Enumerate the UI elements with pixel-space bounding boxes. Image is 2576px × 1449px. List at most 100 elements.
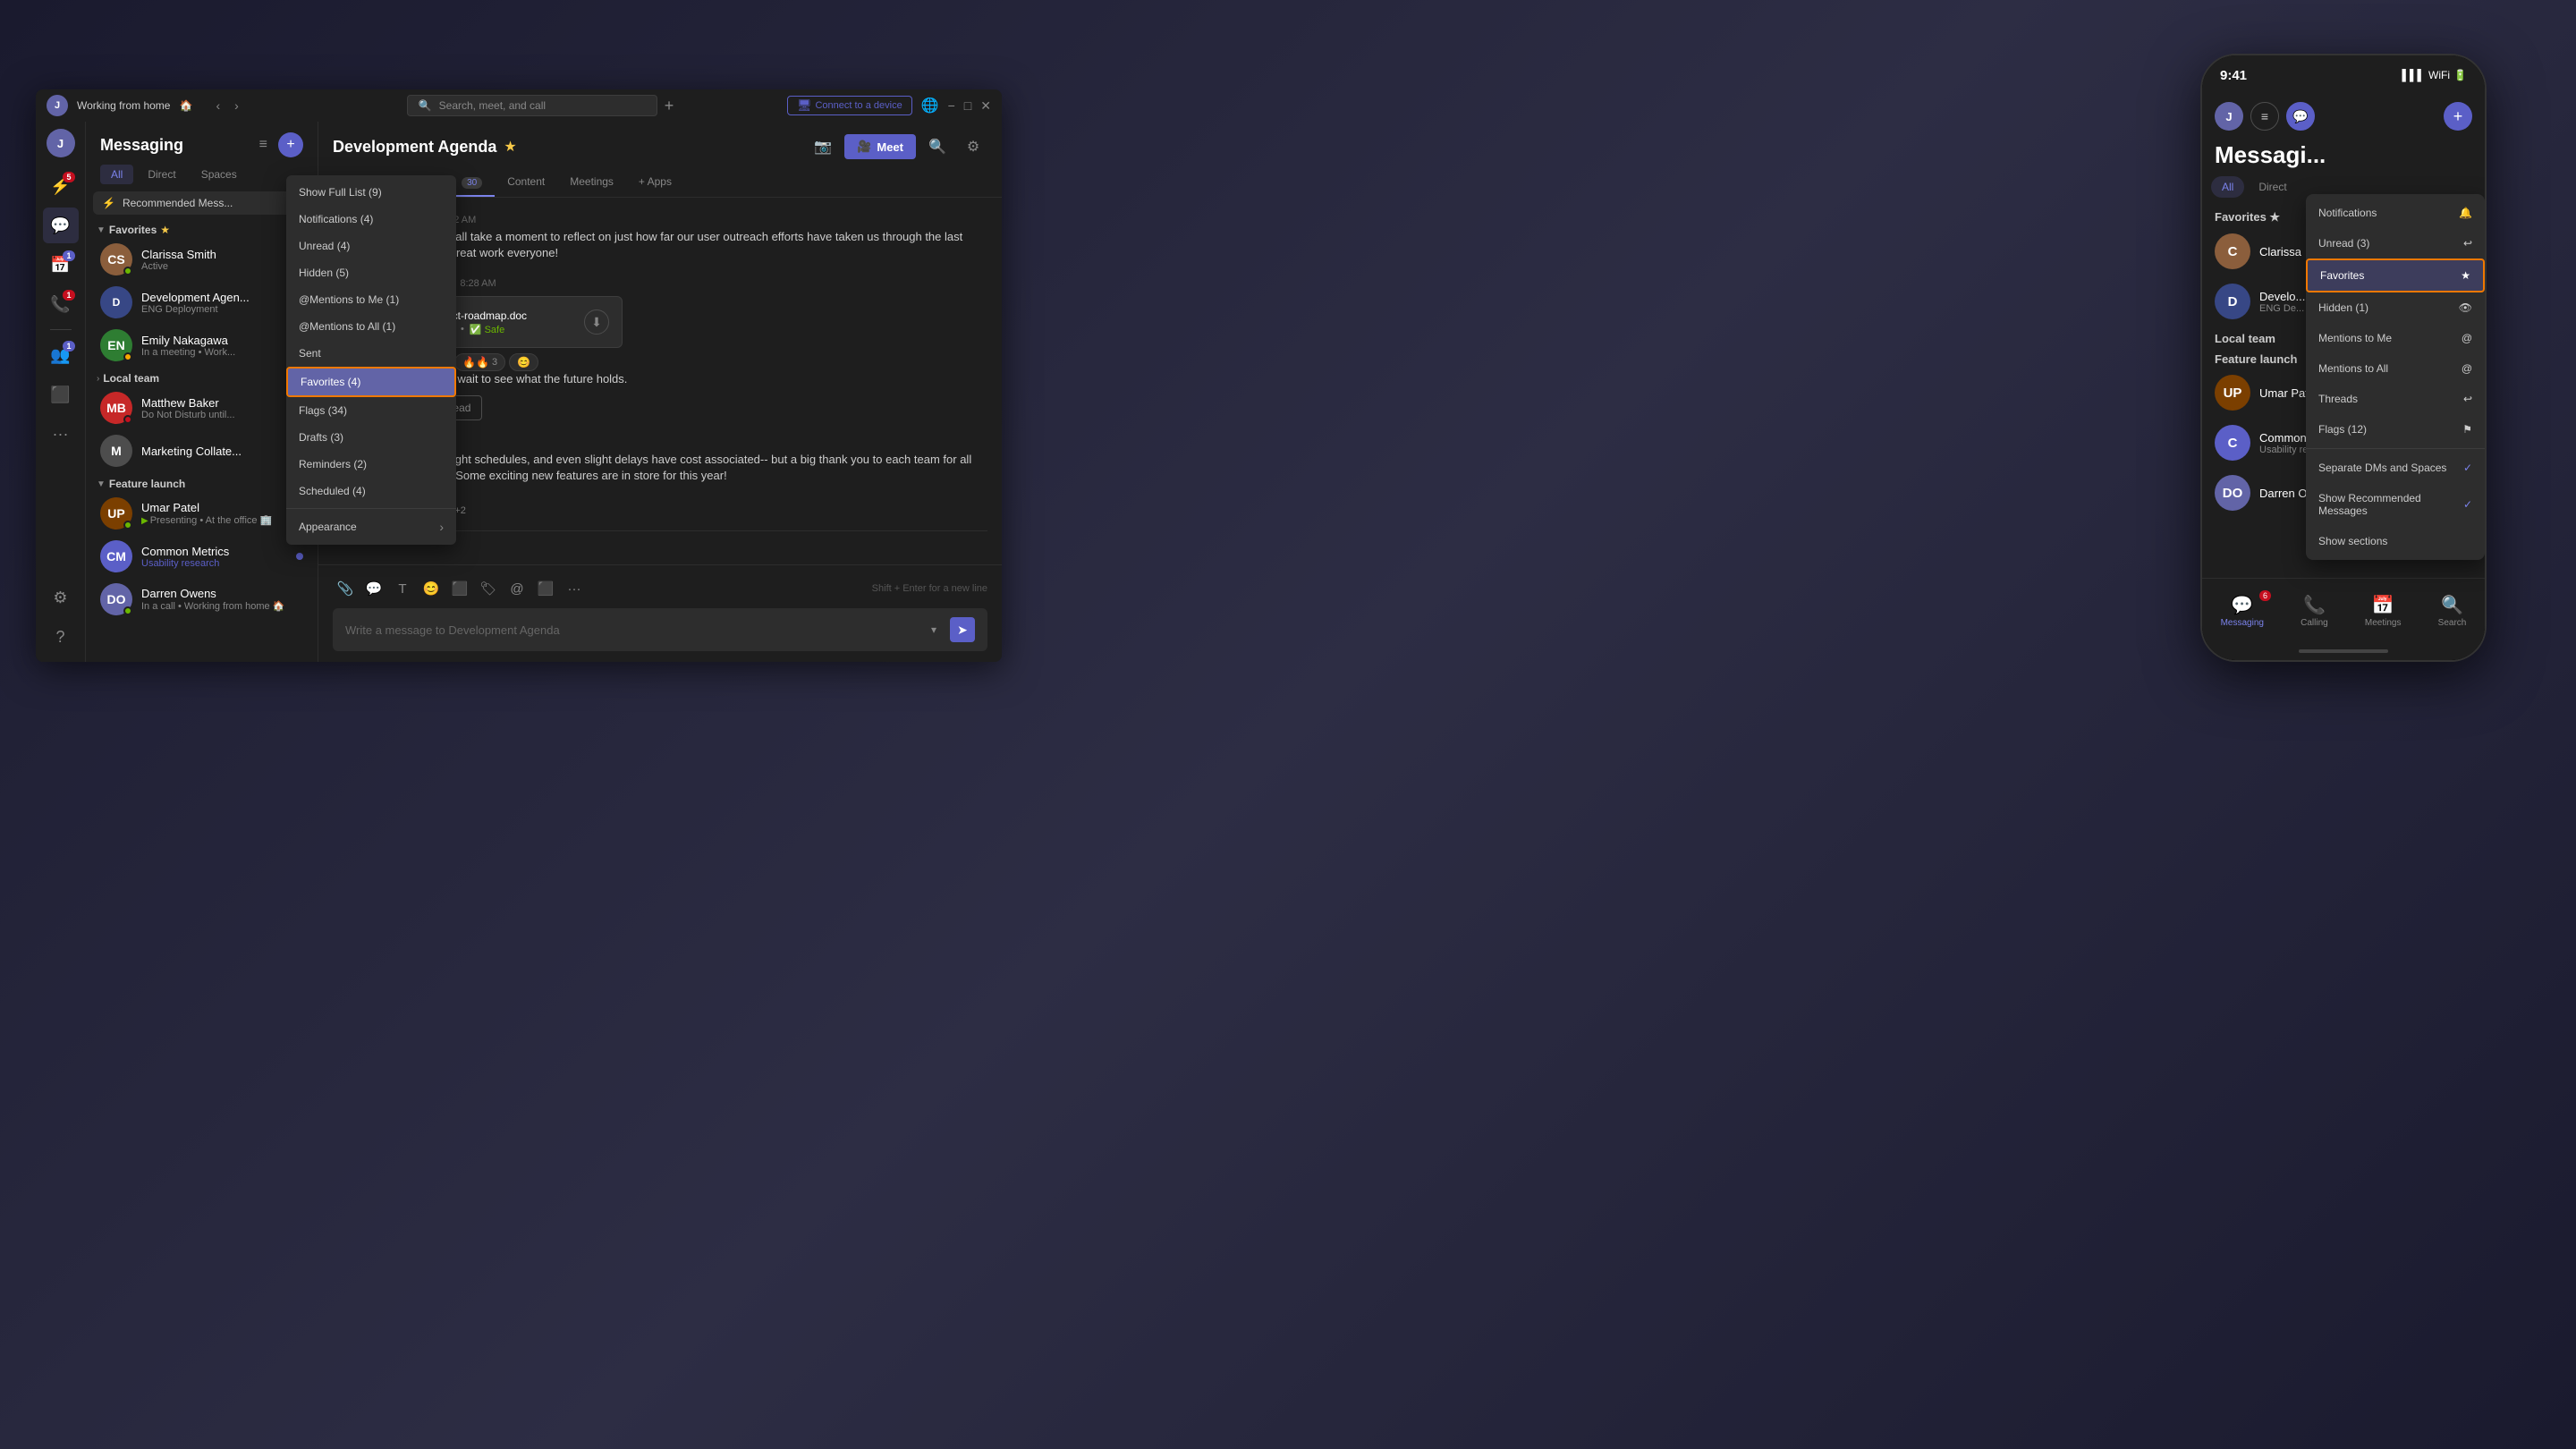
maximize-button[interactable]: □ <box>964 98 971 113</box>
mobile-dd-show-sections[interactable]: Show sections <box>2306 526 2485 556</box>
close-button[interactable]: ✕ <box>980 98 991 114</box>
tab-spaces[interactable]: Spaces <box>191 165 248 184</box>
mobile-dd-flags[interactable]: Flags (12) ⚑ <box>2306 414 2485 445</box>
rail-apps[interactable]: ⬛ <box>43 377 79 412</box>
mobile-home-indicator <box>2202 642 2485 660</box>
mobile-dd-separate-dms[interactable]: Separate DMs and Spaces ✓ <box>2306 453 2485 483</box>
rail-activity[interactable]: ⚡ 5 <box>43 168 79 204</box>
mobile-dd-notifications[interactable]: Notifications 🔔 <box>2306 198 2485 228</box>
mobile-tab-all[interactable]: All <box>2211 176 2244 198</box>
sidebar-title: Messaging <box>100 136 183 155</box>
local-team-section-header[interactable]: › Local team <box>86 367 318 386</box>
attach-icon[interactable]: 📎 <box>333 576 358 601</box>
download-button[interactable]: ⬇ <box>584 309 609 335</box>
favorites-section-header[interactable]: ▼ Favorites ★ <box>86 218 318 238</box>
common-metrics-preview: Usability research <box>141 558 287 569</box>
dropdown-hidden[interactable]: Hidden (5) <box>286 259 456 286</box>
mobile-new-chat-button[interactable]: + <box>2444 102 2472 131</box>
dropdown-mentions-all[interactable]: @Mentions to All (1) <box>286 313 456 340</box>
rail-calendar[interactable]: 📅 1 <box>43 247 79 283</box>
mobile-tab-direct[interactable]: Direct <box>2248 176 2297 198</box>
mobile-dd-threads[interactable]: Threads ↩ <box>2306 384 2485 414</box>
text-format-icon[interactable]: T <box>390 576 415 601</box>
mobile-user-avatar[interactable]: J <box>2215 102 2243 131</box>
dropdown-reminders[interactable]: Reminders (2) <box>286 451 456 478</box>
mobile-chat-icon-button[interactable]: 💬 <box>2286 102 2315 131</box>
search-bar[interactable]: 🔍 Search, meet, and call <box>407 95 657 116</box>
tab-apps[interactable]: + Apps <box>626 168 684 197</box>
dropdown-menu: Show Full List (9) Notifications (4) Unr… <box>286 175 456 545</box>
mobile-dd-hidden[interactable]: Hidden (1) 👁 <box>2306 292 2485 323</box>
rail-people[interactable]: 👥 1 <box>43 337 79 373</box>
reaction-smile[interactable]: 😊 <box>509 353 538 371</box>
mobile-nav-messaging[interactable]: 💬 Messaging 6 <box>2214 590 2271 631</box>
chat-star-button[interactable]: ★ <box>504 138 516 156</box>
dropdown-drafts[interactable]: Drafts (3) <box>286 424 456 451</box>
chat-item-matthew[interactable]: MB Matthew Baker Do Not Disturb until... <box>89 386 314 429</box>
schedule-icon[interactable]: ⬛ <box>533 576 558 601</box>
rail-calls[interactable]: 📞 1 <box>43 286 79 322</box>
mobile-dd-favorites[interactable]: Favorites ★ <box>2306 258 2485 292</box>
mobile-dd-separate-dms-label: Separate DMs and Spaces <box>2318 462 2446 474</box>
send-dropdown-button[interactable]: ▾ <box>921 617 946 642</box>
filter-icon[interactable]: ≡ <box>256 133 271 157</box>
chat-bubble-icon[interactable]: 💬 <box>361 576 386 601</box>
back-arrow[interactable]: ‹ <box>210 97 225 114</box>
connect-device-button[interactable]: 🖥 Connect to a device <box>787 96 912 115</box>
rail-more[interactable]: ··· <box>43 416 79 452</box>
chat-item-darren[interactable]: DO Darren Owens In a call • Working from… <box>89 578 314 621</box>
chat-item-common-metrics[interactable]: CM Common Metrics Usability research <box>89 535 314 578</box>
send-button[interactable]: ➤ <box>950 617 975 642</box>
rail-chat[interactable]: 💬 <box>43 208 79 243</box>
dropdown-notifications[interactable]: Notifications (4) <box>286 206 456 233</box>
mobile-dd-show-recommended[interactable]: Show Recommended Messages ✓ <box>2306 483 2485 526</box>
dropdown-scheduled[interactable]: Scheduled (4) <box>286 478 456 504</box>
mobile-nav-meetings[interactable]: 📅 Meetings <box>2358 590 2409 631</box>
video-button[interactable]: 📷 <box>809 132 837 161</box>
rail-settings[interactable]: ⚙ <box>43 580 79 615</box>
search-messages-button[interactable]: 🔍 <box>923 132 952 161</box>
emoji-icon[interactable]: 😊 <box>419 576 444 601</box>
recommended-messages-bar[interactable]: ⚡ Recommended Mess... <box>93 191 310 215</box>
sticker-icon[interactable]: 🏷 <box>476 576 501 601</box>
chat-item-emily[interactable]: EN Emily Nakagawa In a meeting • Work... <box>89 324 314 367</box>
reaction-fire[interactable]: 🔥🔥3 <box>454 353 505 371</box>
settings-button[interactable]: ⚙ <box>959 132 987 161</box>
mobile-nav-search[interactable]: 🔍 Search <box>2431 590 2474 631</box>
more-options-icon[interactable]: ··· <box>562 576 587 601</box>
chat-item-marketing[interactable]: M Marketing Collate... <box>89 429 314 472</box>
tab-content[interactable]: Content <box>495 168 557 197</box>
chat-item-dev-agenda[interactable]: D Development Agen... ENG Deployment <box>89 281 314 324</box>
user-avatar[interactable]: J <box>47 95 68 116</box>
search-placeholder: Search, meet, and call <box>439 99 546 112</box>
feature-launch-section-header[interactable]: ▼ Feature launch <box>86 472 318 492</box>
dropdown-sent[interactable]: Sent <box>286 340 456 367</box>
mobile-list-icon-button[interactable]: ≡ <box>2250 102 2279 131</box>
forward-arrow[interactable]: › <box>229 97 244 114</box>
dropdown-appearance[interactable]: Appearance <box>286 513 456 541</box>
dropdown-favorites[interactable]: Favorites (4) <box>286 367 456 397</box>
rail-user-avatar[interactable]: J <box>47 129 75 157</box>
new-chat-button[interactable]: + <box>278 132 303 157</box>
dropdown-show-full-list[interactable]: Show Full List (9) <box>286 179 456 206</box>
mobile-dd-unread[interactable]: Unread (3) ↩ <box>2306 228 2485 258</box>
dropdown-flags[interactable]: Flags (34) <box>286 397 456 424</box>
add-button[interactable]: + <box>665 97 674 115</box>
message-input-box[interactable]: Write a message to Development Agenda ▾ … <box>333 608 987 651</box>
rail-help[interactable]: ? <box>43 619 79 655</box>
tab-all[interactable]: All <box>100 165 133 184</box>
dropdown-unread[interactable]: Unread (4) <box>286 233 456 259</box>
safe-badge: ✅ Safe <box>470 324 504 335</box>
mobile-dd-mentions-me[interactable]: Mentions to Me @ <box>2306 323 2485 353</box>
mention-icon[interactable]: @ <box>504 576 530 601</box>
meet-button[interactable]: 🎥 Meet <box>844 134 916 159</box>
mobile-dd-mentions-all[interactable]: Mentions to All @ <box>2306 353 2485 384</box>
mobile-nav-calling[interactable]: 📞 Calling <box>2293 590 2335 631</box>
chat-item-umar[interactable]: UP Umar Patel ▶Presenting • At the offic… <box>89 492 314 535</box>
tab-direct[interactable]: Direct <box>137 165 186 184</box>
dropdown-mentions-me[interactable]: @Mentions to Me (1) <box>286 286 456 313</box>
chat-item-clarissa[interactable]: CS Clarissa Smith Active <box>89 238 314 281</box>
tab-meetings[interactable]: Meetings <box>557 168 626 197</box>
minimize-button[interactable]: − <box>948 98 955 113</box>
giphy-icon[interactable]: ⬛ <box>447 576 472 601</box>
